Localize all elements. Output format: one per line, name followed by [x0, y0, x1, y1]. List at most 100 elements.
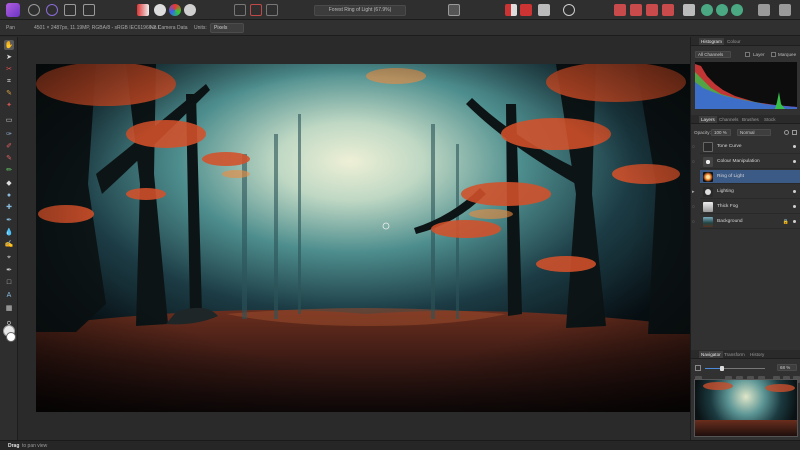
- visibility-dot[interactable]: [793, 190, 796, 193]
- move-tool-icon[interactable]: ➤: [4, 52, 14, 62]
- layer-name: Colour Manipulation: [717, 159, 760, 164]
- layer-row[interactable]: Colour Manipulation: [700, 155, 800, 169]
- tab-colour[interactable]: Colour: [727, 39, 741, 44]
- channel-select[interactable]: All Channels: [695, 51, 731, 58]
- layer-row[interactable]: Thick Fog: [700, 200, 800, 214]
- crop-tool-icon[interactable]: ⌗: [4, 76, 14, 86]
- settings-icon[interactable]: [792, 130, 797, 135]
- layer-checkbox[interactable]: [745, 52, 750, 57]
- lock-icon[interactable]: 🔒: [783, 219, 789, 225]
- auto-contrast-icon[interactable]: [154, 4, 166, 16]
- layer-row[interactable]: Background 🔒: [700, 215, 800, 229]
- fx-icon[interactable]: ◌: [692, 160, 697, 165]
- tab-stock[interactable]: Stock: [764, 117, 776, 122]
- paint-brush-icon[interactable]: ✐: [4, 141, 14, 151]
- rectangle-tool-icon[interactable]: □: [4, 277, 14, 287]
- assistant-icon[interactable]: [563, 4, 575, 16]
- arrange-back-icon[interactable]: [614, 4, 626, 16]
- status-hint-text: to pan view: [22, 443, 48, 449]
- tab-brushes[interactable]: Brushes: [742, 117, 759, 122]
- erase-brush-icon[interactable]: ✏: [4, 165, 14, 175]
- blend-mode-select[interactable]: Normal: [737, 129, 771, 136]
- selection-mode-icon[interactable]: [234, 4, 246, 16]
- layer-row-selected[interactable]: Ring of Light: [700, 170, 800, 184]
- flood-select-icon[interactable]: ✦: [4, 100, 14, 110]
- persona-export-icon[interactable]: [83, 4, 95, 16]
- mesh-warp-icon[interactable]: ▦: [4, 303, 14, 313]
- document-image[interactable]: [36, 64, 690, 412]
- burn-brush-icon[interactable]: ✚: [4, 202, 14, 212]
- zoom-value[interactable]: 68 %: [777, 364, 797, 371]
- visibility-dot[interactable]: [793, 145, 796, 148]
- opacity-input[interactable]: 100 %: [711, 129, 731, 136]
- units-select[interactable]: Pixels: [210, 23, 244, 33]
- clone-brush-icon[interactable]: ✒: [4, 215, 14, 225]
- artistic-text-icon[interactable]: A: [4, 290, 14, 300]
- view-mode-icon[interactable]: [448, 4, 460, 16]
- quick-mask-icon[interactable]: [250, 4, 262, 16]
- fx-icon[interactable]: ◌: [692, 220, 697, 225]
- visibility-dot[interactable]: [793, 205, 796, 208]
- flood-fill-icon[interactable]: ◆: [4, 178, 14, 188]
- hand-tool-icon[interactable]: ✋: [4, 40, 14, 50]
- red-eye-tool-icon[interactable]: ⌖: [4, 252, 14, 262]
- tab-transform[interactable]: Transform: [724, 352, 745, 357]
- zoom-mode-icon[interactable]: [695, 365, 701, 371]
- quick-share-icon[interactable]: [758, 4, 770, 16]
- arrange-front-icon[interactable]: [662, 4, 674, 16]
- histogram-graph: [695, 62, 797, 109]
- colour-picker-icon[interactable]: ✑: [4, 129, 14, 139]
- arrange-forward-icon[interactable]: [646, 4, 658, 16]
- pixel-tool-icon[interactable]: ✎: [4, 153, 14, 163]
- zoom-slider-handle[interactable]: [720, 366, 724, 371]
- boolean-subtract-icon[interactable]: [716, 4, 728, 16]
- pen-tool-icon[interactable]: ✒: [4, 265, 14, 275]
- blur-brush-icon[interactable]: 💧: [4, 227, 14, 237]
- boolean-add-icon[interactable]: [701, 4, 713, 16]
- visibility-dot[interactable]: [793, 220, 796, 223]
- expand-icon[interactable]: ▸: [692, 190, 697, 195]
- layers-tabbar: Layers Channels Brushes Stock: [691, 115, 800, 124]
- insert-inside-icon[interactable]: [683, 4, 695, 16]
- mesh-icon[interactable]: [779, 4, 791, 16]
- visibility-dot[interactable]: [793, 160, 796, 163]
- document-title-tab[interactable]: Forest Ring of Light (67.9%): [314, 5, 406, 16]
- fx-icon[interactable]: ◌: [692, 145, 697, 150]
- navigator-preview[interactable]: [694, 379, 798, 437]
- persona-develop-icon[interactable]: [64, 4, 76, 16]
- mirror-icon[interactable]: [505, 4, 517, 16]
- canvas-area[interactable]: [18, 37, 690, 440]
- persona-liquify-icon[interactable]: [46, 4, 58, 16]
- layer-row[interactable]: Tone Curve: [700, 140, 800, 154]
- view-tool-icon[interactable]: ✂: [4, 64, 14, 74]
- auto-colours-icon[interactable]: [169, 4, 181, 16]
- tab-history[interactable]: History: [750, 352, 764, 357]
- tab-channels[interactable]: Channels: [719, 117, 738, 122]
- layer-thumbnail: [703, 172, 713, 182]
- snapping-icon[interactable]: [520, 4, 532, 16]
- smudge-brush-icon[interactable]: ✍: [4, 239, 14, 249]
- secondary-colour-swatch[interactable]: [6, 332, 16, 342]
- tab-layers[interactable]: Layers: [699, 116, 717, 123]
- auto-levels-icon[interactable]: [137, 4, 149, 16]
- marquee-checkbox-label: Marquee: [778, 52, 797, 57]
- preview-ground: [695, 420, 797, 436]
- align-icon[interactable]: [538, 4, 550, 16]
- tab-histogram[interactable]: Histogram: [699, 38, 724, 45]
- right-panels: Histogram Colour All Channels Layer Marq…: [690, 37, 800, 440]
- auto-white-balance-icon[interactable]: [184, 4, 196, 16]
- fx-icon[interactable]: ◌: [692, 205, 697, 210]
- selection-brush-icon[interactable]: ✎: [4, 88, 14, 98]
- persona-photo-icon[interactable]: [28, 4, 40, 16]
- marquee-checkbox[interactable]: [771, 52, 776, 57]
- boolean-intersect-icon[interactable]: [731, 4, 743, 16]
- affinity-photo-logo-icon[interactable]: [6, 3, 20, 17]
- marquee-tool-icon[interactable]: ▭: [4, 115, 14, 125]
- dodge-brush-icon[interactable]: ●: [4, 190, 14, 200]
- colour-manipulation-icon: [703, 157, 713, 167]
- lock-icon[interactable]: [784, 130, 789, 135]
- refine-selection-icon[interactable]: [266, 4, 278, 16]
- arrange-backward-icon[interactable]: [630, 4, 642, 16]
- layer-row[interactable]: Lighting: [700, 185, 800, 199]
- tab-navigator[interactable]: Navigator: [699, 351, 723, 358]
